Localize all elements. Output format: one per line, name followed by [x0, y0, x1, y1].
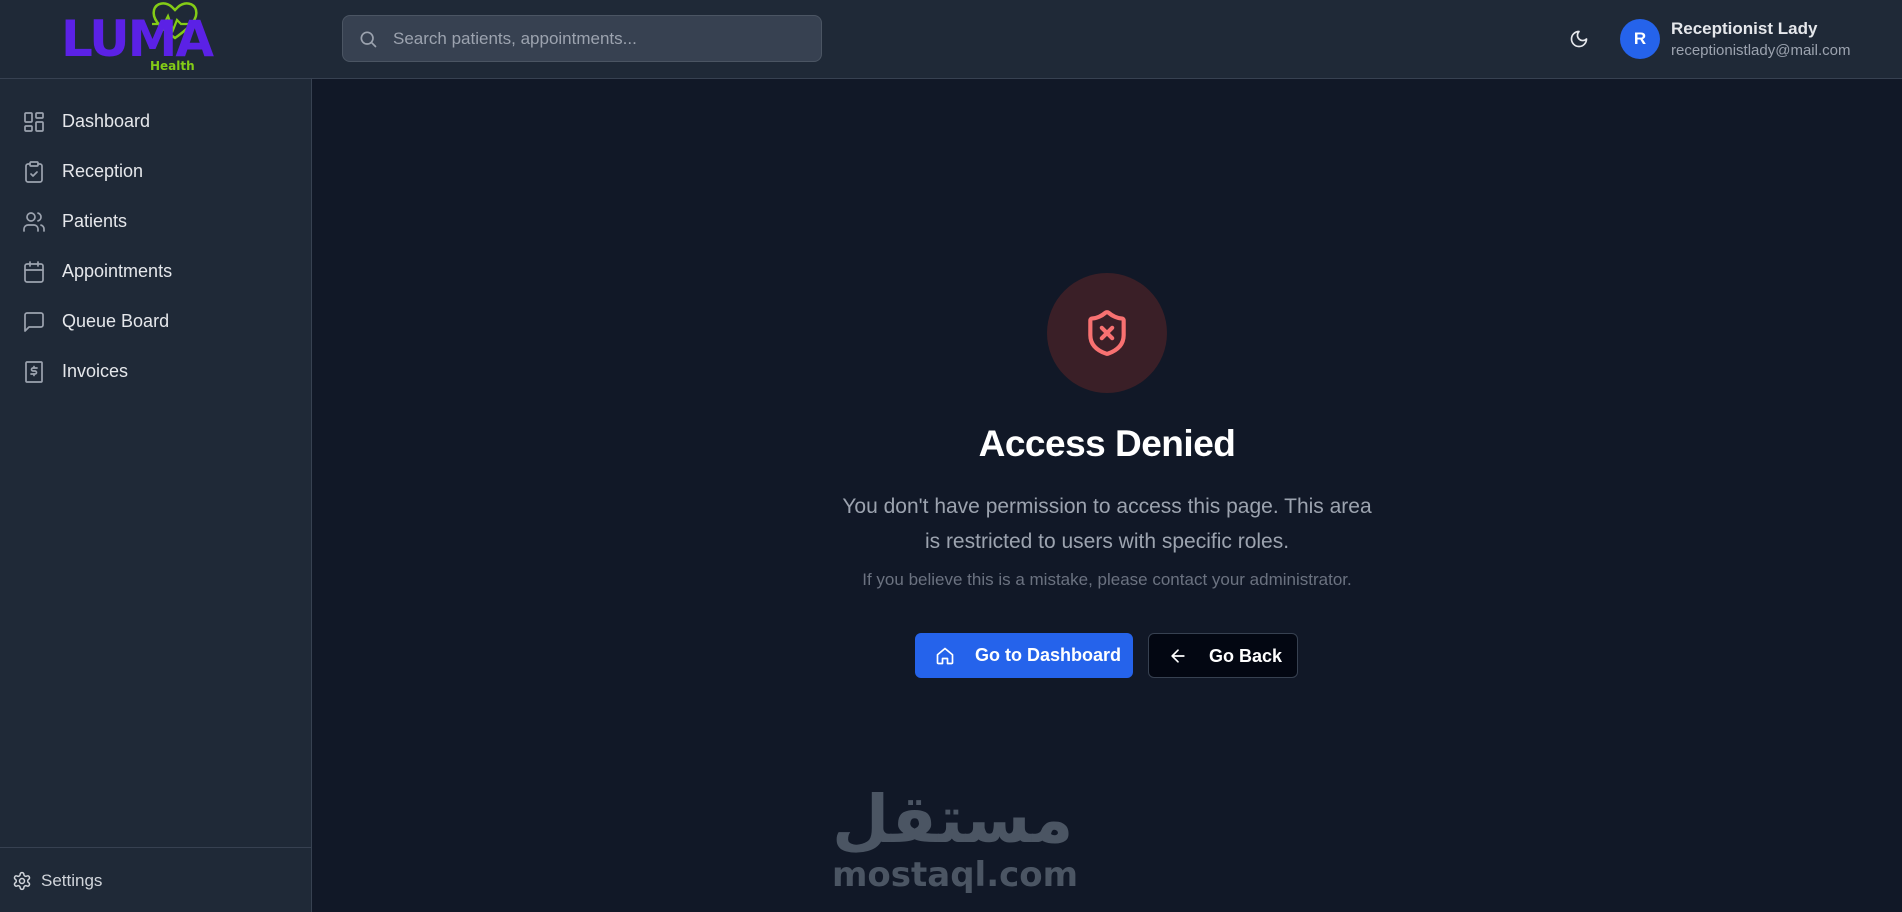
sidebar-item-invoices[interactable]: Invoices [10, 350, 302, 392]
sidebar-item-label: Appointments [62, 261, 173, 281]
sidebar-item-label: Dashboard [62, 111, 151, 131]
top-header: LUMA Health R Receptionist Lady receptio… [0, 0, 1902, 79]
shield-x-icon [1088, 310, 1126, 356]
users-icon [23, 212, 45, 232]
arrow-left-icon [1171, 649, 1185, 663]
search-bar[interactable] [342, 15, 822, 62]
sidebar-item-patients[interactable]: Patients [10, 200, 302, 242]
sidebar-item-dashboard[interactable]: Dashboard [10, 100, 302, 142]
clipboard-check-icon [25, 161, 43, 183]
theme-toggle-button[interactable] [1564, 26, 1594, 52]
go-to-dashboard-label: Go to Dashboard [975, 645, 1122, 665]
go-to-dashboard-button[interactable]: Go to Dashboard [915, 633, 1133, 678]
luma-health-logo[interactable]: LUMA Health [58, 0, 214, 78]
go-back-label: Go Back [1209, 646, 1283, 666]
logo-text: LUMA [61, 10, 214, 68]
sidebar-item-label: Queue Board [62, 311, 170, 331]
moon-icon [1570, 30, 1588, 48]
access-denied-badge [1047, 273, 1167, 393]
admin-note: If you believe this is a mistake, please… [862, 570, 1352, 589]
user-email: receptionistlady@mail.com [1671, 42, 1851, 59]
gear-icon [13, 871, 31, 891]
sidebar-footer: Settings [0, 847, 311, 912]
calendar-icon [24, 261, 44, 283]
page-title: Access Denied [978, 423, 1236, 464]
dollar-receipt-icon [25, 361, 43, 383]
settings-button[interactable]: Settings [10, 866, 210, 896]
search-input[interactable] [393, 16, 813, 61]
mostaql-watermark: مستقل mostaql.com [832, 780, 1079, 895]
sidebar-item-label: Reception [62, 161, 144, 181]
sidebar-item-label: Invoices [62, 361, 129, 381]
watermark-latin: mostaql.com [832, 855, 1079, 895]
home-icon [936, 647, 954, 665]
logo-subtext: Health [150, 59, 195, 73]
sidebar-item-appointments[interactable]: Appointments [10, 250, 302, 292]
settings-label: Settings [41, 871, 103, 890]
dashboard-icon [24, 112, 44, 132]
user-name: Receptionist Lady [1671, 19, 1818, 38]
sidebar-item-reception[interactable]: Reception [10, 150, 302, 192]
sidebar-item-queue-board[interactable]: Queue Board [10, 300, 302, 342]
user-avatar[interactable]: R [1620, 19, 1660, 59]
message-square-icon [24, 312, 44, 332]
watermark-arabic: مستقل [832, 781, 1074, 858]
sidebar: Dashboard Reception Patients Appointment… [0, 79, 312, 912]
go-back-button[interactable]: Go Back [1148, 633, 1298, 678]
search-icon [360, 31, 377, 48]
access-description: You don't have permission to access this… [842, 495, 1372, 553]
sidebar-item-label: Patients [62, 211, 128, 231]
